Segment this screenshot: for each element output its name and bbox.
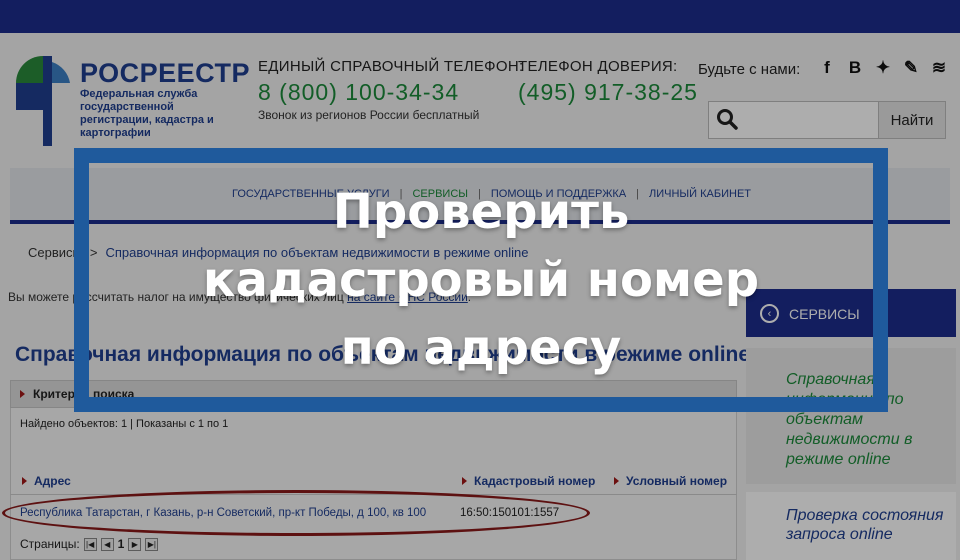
- headline-line-2: кадастровый номер: [202, 252, 760, 308]
- headline-line-1: Проверить: [332, 184, 630, 240]
- headline: Проверить кадастровый номер по адресу: [74, 178, 888, 382]
- headline-line-3: по адресу: [340, 320, 622, 376]
